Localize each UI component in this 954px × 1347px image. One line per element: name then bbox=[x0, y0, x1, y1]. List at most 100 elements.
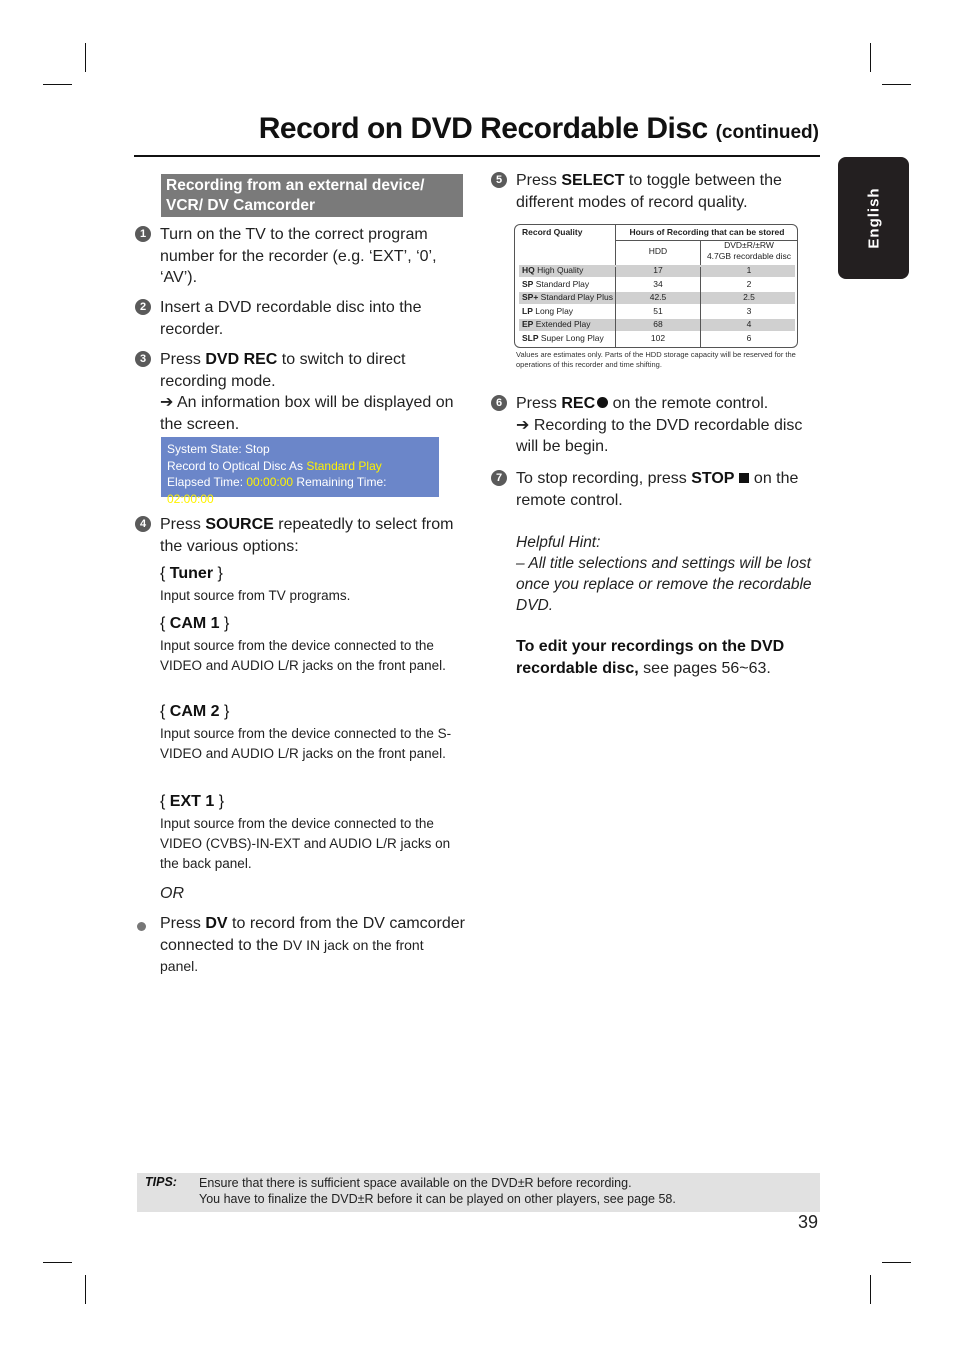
key-dv: DV bbox=[205, 915, 228, 932]
key-source: SOURCE bbox=[205, 516, 274, 533]
helpful-hint: Helpful Hint: – All title selections and… bbox=[516, 532, 816, 616]
step-result: ➔ An information box will be displayed o… bbox=[160, 394, 454, 433]
table-cell-hdd: 34 bbox=[653, 278, 663, 289]
step-text: Press bbox=[160, 351, 206, 368]
tips-text: Ensure that there is sufficient space av… bbox=[199, 1175, 676, 1207]
hint-title: Helpful Hint: bbox=[516, 534, 601, 551]
info-box: System State: Stop Record to Optical Dis… bbox=[161, 437, 439, 506]
tips-box: TIPS: Ensure that there is sufficient sp… bbox=[137, 1173, 820, 1212]
or-label: OR bbox=[160, 885, 184, 902]
step-number: 2 bbox=[135, 299, 151, 315]
dv-bullet: Press DV to record from the DV camcorder… bbox=[160, 913, 465, 978]
table-divider bbox=[615, 267, 616, 347]
option-cam1: { CAM 1 } bbox=[160, 615, 230, 632]
header-text: DVD±R/±RW bbox=[724, 240, 774, 250]
table-cell-dvd: 4 bbox=[746, 319, 752, 330]
step-5: 5 Press SELECT to toggle between the dif… bbox=[491, 170, 816, 213]
crop-mark bbox=[43, 84, 72, 85]
tips-label: TIPS: bbox=[145, 1175, 177, 1189]
elapsed-time: 00:00:00 bbox=[246, 475, 294, 489]
step-number: 5 bbox=[491, 172, 507, 188]
table-cell-dvd: 6 bbox=[746, 333, 752, 343]
table-header-hdd: HDD bbox=[648, 246, 668, 256]
key-dvd-rec: DVD REC bbox=[205, 351, 278, 368]
option-desc: Input source from the device connected t… bbox=[160, 638, 446, 673]
table-cell-quality: LP Long Play bbox=[522, 305, 574, 316]
table-cell-dvd: 2 bbox=[746, 278, 752, 289]
crop-mark bbox=[85, 43, 86, 72]
step-number: 7 bbox=[491, 470, 507, 486]
crop-mark bbox=[870, 43, 871, 72]
title-rule bbox=[134, 155, 820, 157]
table-cell-quality: SLP Super Long Play bbox=[522, 333, 604, 343]
step-result: ➔ Recording to the DVD recordable disc w… bbox=[516, 416, 803, 456]
step-text: Press bbox=[516, 172, 562, 189]
step-text: on the remote control. bbox=[608, 395, 769, 412]
language-tab-label: English bbox=[865, 187, 882, 249]
page-number: 39 bbox=[797, 1212, 818, 1232]
page-title: Record on DVD Recordable Disc (continued… bbox=[134, 112, 819, 146]
option-name: CAM 1 bbox=[169, 615, 220, 632]
step-text: Press bbox=[160, 516, 206, 533]
info-label: Record to Optical Disc As bbox=[167, 458, 307, 473]
table-cell-hdd: 17 bbox=[653, 265, 663, 275]
crop-mark bbox=[85, 1275, 86, 1304]
step-text: Turn on the TV to the correct program nu… bbox=[160, 226, 437, 286]
table-cell-dvd: 1 bbox=[746, 265, 752, 275]
crop-mark bbox=[43, 1262, 72, 1263]
step-text: Press bbox=[160, 915, 206, 932]
continued-label: (continued) bbox=[715, 122, 819, 143]
step-number: 3 bbox=[135, 351, 151, 367]
table-cell-quality: HQ High Quality bbox=[522, 265, 584, 275]
table-cell-hdd: 42.5 bbox=[649, 292, 667, 303]
option-name: EXT 1 bbox=[169, 793, 215, 810]
option-ext1: { EXT 1 } bbox=[160, 793, 225, 810]
key-stop: STOP bbox=[691, 470, 735, 487]
step-4: 4 Press SOURCE repeatedly to select from… bbox=[135, 514, 460, 557]
crop-mark bbox=[882, 1262, 911, 1263]
table-cell-hdd: 51 bbox=[653, 305, 663, 316]
table-header-hours: Hours of Recording that can be stored bbox=[629, 227, 785, 237]
record-quality-table: Record Quality Hours of Recording that c… bbox=[514, 224, 798, 348]
edit-ref-pages: see pages 56~63. bbox=[638, 659, 771, 677]
step-number: 1 bbox=[135, 226, 151, 242]
step-3: 3 Press DVD REC to switch to direct reco… bbox=[135, 349, 460, 435]
page-title-text: Record on DVD Recordable Disc bbox=[258, 112, 708, 145]
step-2: 2 Insert a DVD recordable disc into the … bbox=[135, 297, 460, 340]
edit-reference: To edit your recordings on the DVD recor… bbox=[516, 636, 786, 679]
table-cell-quality: SP Standard Play bbox=[522, 278, 590, 289]
info-label: Remaining Time: bbox=[293, 475, 387, 489]
table-cell-dvd: 2.5 bbox=[743, 292, 755, 303]
step-number: 6 bbox=[491, 395, 507, 411]
info-label: Elapsed Time: bbox=[167, 475, 247, 489]
tip-line: You have to finalize the DVD±R before it… bbox=[199, 1192, 676, 1206]
option-desc: Input source from the device connected t… bbox=[160, 726, 452, 761]
key-select: SELECT bbox=[561, 172, 625, 189]
step-text: Press bbox=[516, 395, 562, 412]
table-cell-hdd: 102 bbox=[650, 333, 666, 343]
table-divider bbox=[700, 267, 701, 347]
step-7: 7 To stop recording, press STOP on the r… bbox=[491, 468, 821, 511]
step-1: 1 Turn on the TV to the correct program … bbox=[135, 224, 460, 289]
option-desc: Input source from the device connected t… bbox=[160, 816, 451, 871]
option-name: Tuner bbox=[169, 565, 214, 582]
step-text: To stop recording, press bbox=[516, 470, 692, 487]
table-note: Values are estimates only. Parts of the … bbox=[516, 350, 796, 369]
key-rec: REC bbox=[561, 395, 596, 412]
remaining-time: 02:00:00 bbox=[167, 491, 214, 506]
table-cell-quality: SP+ Standard Play Plus bbox=[522, 292, 613, 303]
option-name: CAM 2 bbox=[169, 703, 220, 720]
bullet-icon bbox=[137, 922, 146, 931]
info-record-mode: Record to Optical Disc As Standard Play bbox=[167, 458, 433, 475]
option-desc: Input source from TV programs. bbox=[160, 588, 351, 603]
table-cell-dvd: 3 bbox=[746, 305, 752, 316]
step-number: 4 bbox=[135, 516, 151, 532]
section-heading: Recording from an external device/ VCR/ … bbox=[161, 174, 463, 217]
crop-mark bbox=[870, 1275, 871, 1304]
crop-mark bbox=[882, 84, 911, 85]
header-text: 4.7GB recordable disc bbox=[706, 251, 792, 261]
language-tab: English bbox=[838, 157, 909, 279]
tip-line: Ensure that there is sufficient space av… bbox=[199, 1176, 632, 1190]
info-value: Standard Play bbox=[306, 458, 382, 473]
option-cam2: { CAM 2 } bbox=[160, 703, 230, 720]
